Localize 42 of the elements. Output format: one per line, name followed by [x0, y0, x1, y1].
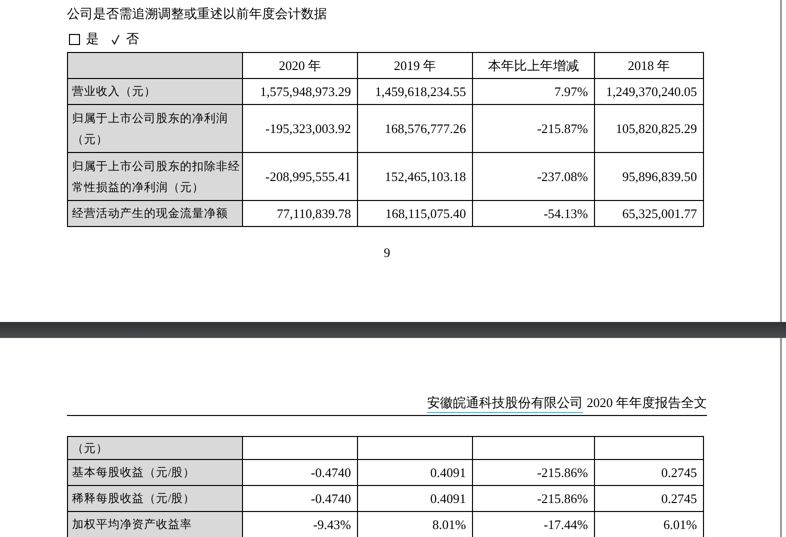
- table-cell: 0.2745: [594, 460, 704, 486]
- table-cell: -237.08%: [472, 152, 594, 200]
- table-cell: 1,459,618,234.55: [358, 78, 472, 104]
- row-label: 基本每股收益（元/股）: [68, 460, 242, 486]
- table-cell: 7.97%: [472, 78, 594, 104]
- column-header: 2020 年: [242, 52, 358, 78]
- question-text: 公司是否需追溯调整或重述以前年度会计数据: [67, 5, 328, 23]
- column-header: 本年比上年增减: [472, 52, 594, 78]
- page-number: 9: [384, 245, 390, 260]
- table-cell: -54.13%: [472, 200, 594, 226]
- table-cell: -0.4740: [242, 486, 358, 512]
- table-cell: 1,249,370,240.05: [594, 78, 704, 104]
- table-cell: 77,110,839.78: [242, 200, 358, 226]
- table-cell: 95,896,839.50: [594, 152, 704, 200]
- table-cell: 0.4091: [358, 486, 472, 512]
- column-header: 2018 年: [594, 52, 704, 78]
- table-cell: 168,115,075.40: [358, 200, 472, 226]
- table-cell: -215.87%: [472, 104, 594, 152]
- column-header: 2019 年: [358, 52, 472, 78]
- table-cell: 1,575,948,973.29: [242, 78, 358, 104]
- row-label: 归属于上市公司股东的扣除非经常性损益的净利润（元）: [68, 152, 242, 200]
- table-cell: 0.2745: [594, 486, 704, 512]
- row-label: 稀释每股收益（元/股）: [68, 486, 242, 512]
- row-label: 营业收入（元）: [68, 78, 242, 104]
- table-cell: -215.86%: [472, 486, 594, 512]
- table-cell: -0.4740: [242, 460, 358, 486]
- table-cell: 0.4091: [358, 460, 472, 486]
- table-cell: -195,323,003.92: [242, 104, 358, 152]
- table-cell: -215.86%: [472, 460, 594, 486]
- row-label: 加权平均净资产收益率: [68, 512, 242, 537]
- company-name: 安徽皖通科技股份有限公司: [426, 394, 583, 413]
- table-cell: 168,576,777.26: [358, 104, 472, 152]
- report-title: 2020 年年度报告全文: [586, 394, 707, 412]
- option-label: 否: [126, 30, 139, 48]
- option-label: 是: [86, 30, 99, 48]
- table-cell: 152,465,103.18: [358, 152, 472, 200]
- row-label: 归属于上市公司股东的净利润（元）: [68, 104, 242, 152]
- row-label: 经营活动产生的现金流量净额: [68, 200, 242, 226]
- table-cell: 65,325,001.77: [594, 200, 704, 226]
- row-label: （元）: [68, 436, 242, 460]
- table-cell: 105,820,825.29: [594, 104, 704, 152]
- table-cell: -208,995,555.41: [242, 152, 358, 200]
